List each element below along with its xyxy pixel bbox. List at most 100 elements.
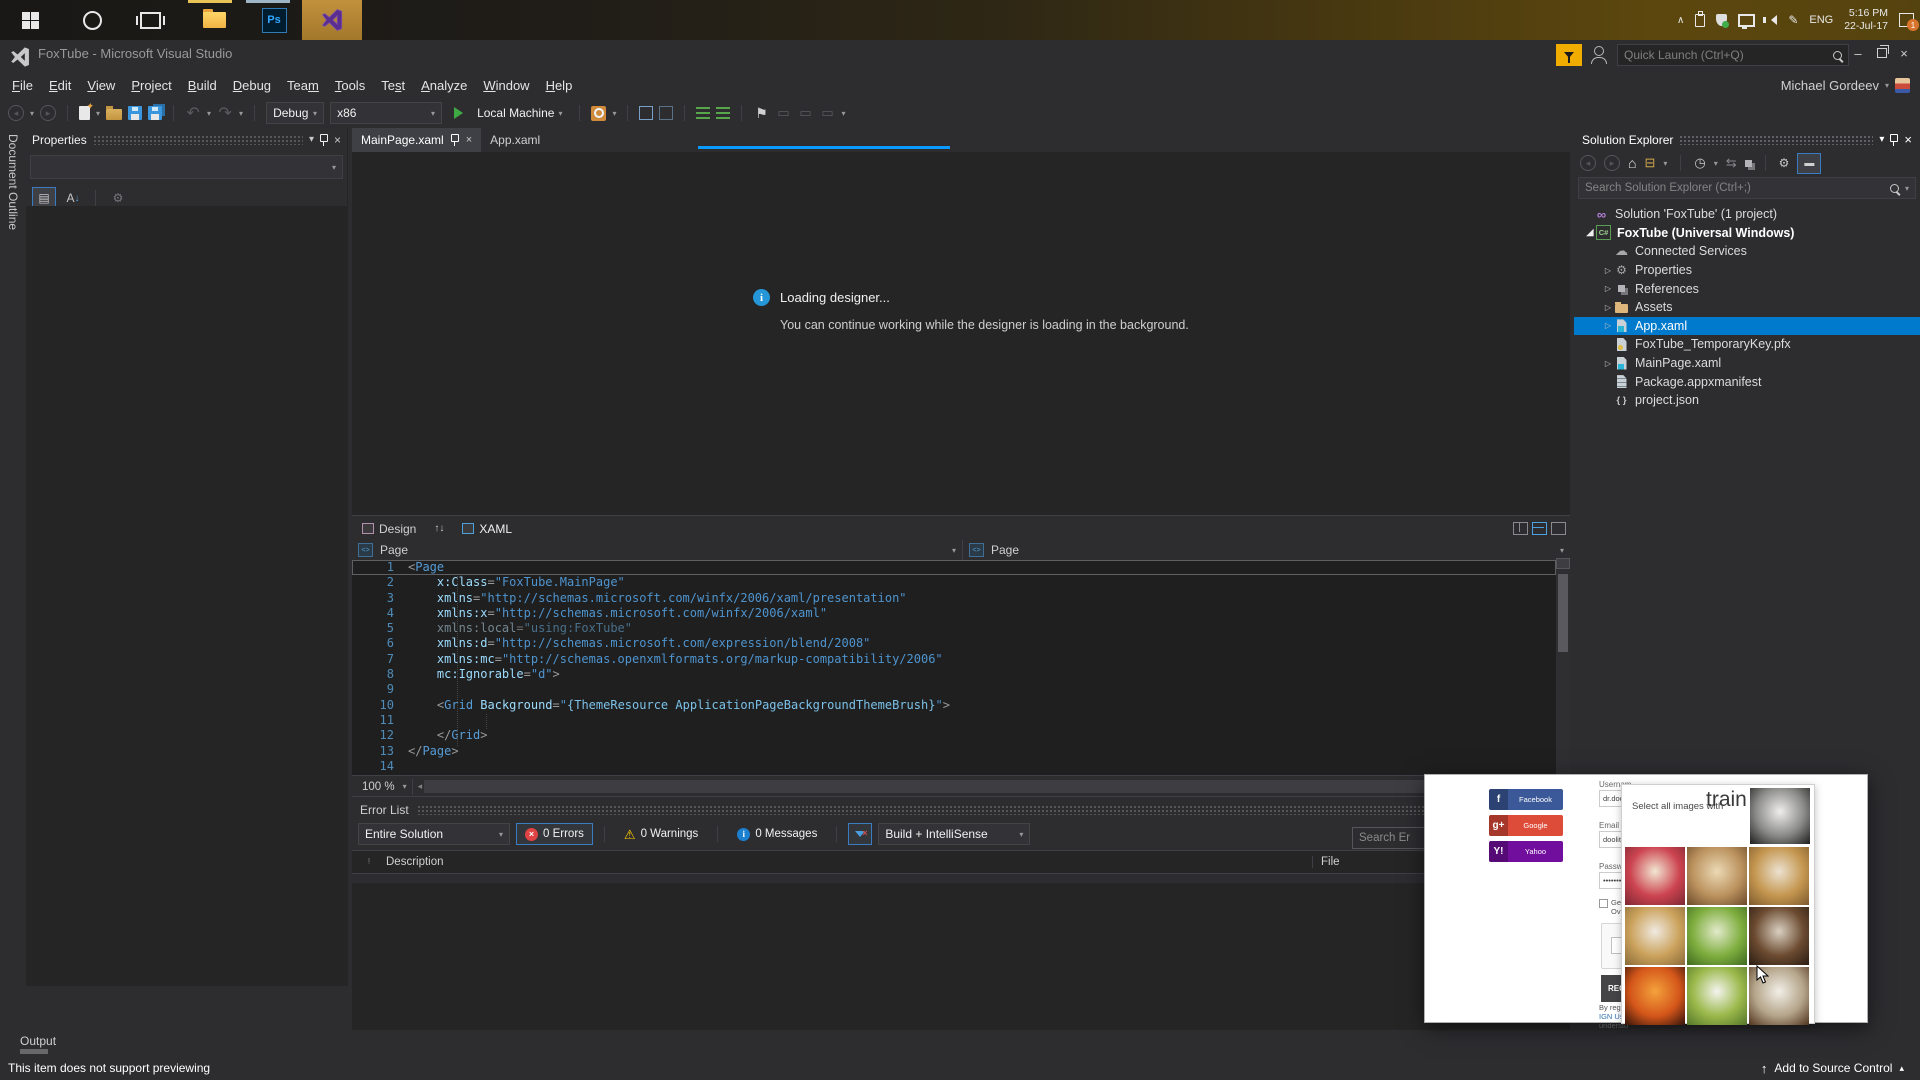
- google-login-button[interactable]: g+ Google: [1489, 815, 1563, 836]
- forward-icon[interactable]: ▸: [1604, 155, 1620, 171]
- task-view-button[interactable]: [122, 0, 178, 40]
- visual-studio-button[interactable]: [302, 0, 362, 40]
- undo-icon[interactable]: ↶: [185, 105, 201, 122]
- code-line-1[interactable]: 1 <Page: [352, 560, 1556, 576]
- code-line-11[interactable]: 11: [352, 713, 1556, 728]
- usb-icon[interactable]: [1695, 10, 1706, 27]
- volume-icon[interactable]: [1763, 15, 1778, 25]
- collapse-all-icon[interactable]: ⊟: [1644, 155, 1655, 171]
- code-line-9[interactable]: 9: [352, 682, 1556, 697]
- code-line-2[interactable]: 2 x:Class="FoxTube.MainPage": [352, 575, 1556, 590]
- scroll-left-icon[interactable]: ◂: [418, 781, 423, 792]
- collapsed-icon[interactable]: ▷: [1602, 266, 1614, 275]
- menu-build[interactable]: Build: [180, 78, 225, 93]
- sync-with-active-document-icon[interactable]: ⇆: [1726, 155, 1737, 171]
- code-line-3[interactable]: 3 xmlns="http://schemas.microsoft.com/wi…: [352, 591, 1556, 606]
- increase-indent-icon[interactable]: [716, 107, 731, 119]
- editor-split-handle[interactable]: [1556, 558, 1570, 569]
- redo-icon[interactable]: ↷: [217, 105, 233, 122]
- menu-file[interactable]: File: [4, 78, 41, 93]
- solution-explorer-search-input[interactable]: Search Solution Explorer (Ctrl+;) ▾: [1578, 177, 1916, 199]
- save-icon[interactable]: [128, 106, 143, 120]
- breadcrumb-left[interactable]: <> Page ▾: [352, 540, 963, 560]
- captcha-image-chicken-salad[interactable]: [1687, 907, 1747, 965]
- add-to-source-control-button[interactable]: ↑ Add to Source Control ▴: [1761, 1061, 1904, 1076]
- code-line-14[interactable]: 14: [352, 759, 1556, 774]
- sign-in-icon[interactable]: [1590, 46, 1608, 64]
- navigate-forward-icon[interactable]: ▸: [40, 105, 57, 121]
- tree-item-properties[interactable]: ▷ ⚙ Properties: [1574, 261, 1920, 280]
- navigate-forward-doc-icon[interactable]: [659, 106, 674, 120]
- menu-analyze[interactable]: Analyze: [413, 78, 475, 93]
- navigate-back-icon[interactable]: ◂: [8, 105, 24, 121]
- code-line-7[interactable]: 7 xmlns:mc="http://schemas.openxmlformat…: [352, 652, 1556, 667]
- scrollbar-thumb[interactable]: [1558, 574, 1568, 652]
- restore-button[interactable]: [1872, 42, 1892, 64]
- captcha-image-coffee-beans[interactable]: [1749, 907, 1809, 965]
- properties-object-dropdown[interactable]: ▾: [30, 155, 343, 179]
- horizontal-scrollbar[interactable]: [424, 780, 1504, 793]
- menu-test[interactable]: Test: [373, 78, 413, 93]
- start-button[interactable]: [2, 0, 58, 40]
- menu-window[interactable]: Window: [475, 78, 537, 93]
- document-tab-mainpage.xaml[interactable]: MainPage.xaml ×: [352, 128, 482, 152]
- code-line-4[interactable]: 4 xmlns:x="http://schemas.microsoft.com/…: [352, 606, 1556, 621]
- newsletter-checkbox[interactable]: [1599, 899, 1608, 908]
- code-line-5[interactable]: 5 xmlns:local="using:FoxTube": [352, 621, 1556, 636]
- close-icon[interactable]: ×: [334, 133, 341, 147]
- defender-icon[interactable]: [1716, 14, 1730, 28]
- user-account[interactable]: Michael Gordeev ▾: [1781, 72, 1910, 98]
- menu-project[interactable]: Project: [123, 78, 179, 93]
- network-icon[interactable]: [1738, 13, 1756, 29]
- pin-icon[interactable]: [450, 134, 459, 146]
- code-line-8[interactable]: 8 mc:Ignorable="d">: [352, 667, 1556, 682]
- menu-help[interactable]: Help: [538, 78, 581, 93]
- back-icon[interactable]: ◂: [1580, 155, 1596, 171]
- language-indicator[interactable]: ENG: [1809, 14, 1833, 26]
- captcha-image-breakfast-plate[interactable]: [1625, 907, 1685, 965]
- preview-selected-items-icon[interactable]: [1744, 159, 1752, 167]
- properties-header[interactable]: Properties ▾ ×: [26, 128, 347, 151]
- pending-changes-filter-icon[interactable]: ◷: [1694, 155, 1705, 171]
- swap-panes-icon[interactable]: ↑↓: [426, 523, 452, 534]
- document-outline-tab[interactable]: Document Outline: [6, 134, 20, 230]
- captcha-image-strawberry-cake[interactable]: [1625, 847, 1685, 905]
- open-file-icon[interactable]: [106, 106, 123, 120]
- menu-debug[interactable]: Debug: [225, 78, 279, 93]
- minimize-button[interactable]: –: [1848, 42, 1868, 64]
- find-in-files-icon[interactable]: [591, 105, 607, 121]
- menu-team[interactable]: Team: [279, 78, 327, 93]
- filter-button[interactable]: [848, 823, 873, 845]
- captcha-image-pancakes-plate[interactable]: [1749, 847, 1809, 905]
- close-icon[interactable]: ×: [1904, 132, 1912, 147]
- decrease-indent-icon[interactable]: [696, 107, 711, 119]
- tree-item-solution-foxtube-1-project-[interactable]: ∞ Solution 'FoxTube' (1 project): [1574, 205, 1920, 224]
- code-line-10[interactable]: 10 <Grid Background="{ThemeResource Appl…: [352, 698, 1556, 713]
- tab-design[interactable]: Design: [352, 516, 426, 541]
- captcha-image-glowing-basket[interactable]: [1625, 967, 1685, 1025]
- solution-explorer-header[interactable]: Solution Explorer ▾ ×: [1574, 128, 1920, 151]
- tab-output[interactable]: Output: [20, 1034, 56, 1048]
- tree-item-connected-services[interactable]: ☁ Connected Services: [1574, 242, 1920, 261]
- photoshop-button[interactable]: Ps: [246, 0, 302, 40]
- clock[interactable]: 5:16 PM 22-Jul-17: [1844, 7, 1888, 33]
- pen-icon[interactable]: ✎: [1788, 13, 1798, 27]
- action-center-icon[interactable]: 1: [1899, 13, 1919, 31]
- comment-icon[interactable]: ▭: [775, 105, 791, 121]
- alphabetical-sort-icon[interactable]: A ↓: [62, 188, 84, 208]
- properties-icon[interactable]: ⚙: [1779, 156, 1790, 170]
- quick-launch-input[interactable]: Quick Launch (Ctrl+Q): [1617, 44, 1849, 66]
- navigate-backward-doc-icon[interactable]: [639, 106, 654, 120]
- configuration-dropdown[interactable]: Debug ▾: [266, 102, 325, 124]
- vertical-split-icon[interactable]: [1513, 522, 1528, 535]
- cortana-button[interactable]: [64, 0, 120, 40]
- messages-filter-button[interactable]: i 0 Messages: [729, 823, 825, 845]
- platform-dropdown[interactable]: x86 ▾: [330, 102, 443, 124]
- pin-icon[interactable]: [319, 133, 328, 146]
- pin-icon[interactable]: [1890, 133, 1899, 146]
- document-tab-app.xaml[interactable]: App.xaml: [481, 128, 549, 152]
- tree-item-app-xaml[interactable]: ▷ App.xaml: [1574, 316, 1920, 336]
- bookmark-icon[interactable]: ⚑: [753, 105, 769, 121]
- tree-item-foxtube-temporarykey-pfx[interactable]: FoxTube_TemporaryKey.pfx: [1574, 335, 1920, 354]
- collapsed-icon[interactable]: ▷: [1602, 321, 1614, 330]
